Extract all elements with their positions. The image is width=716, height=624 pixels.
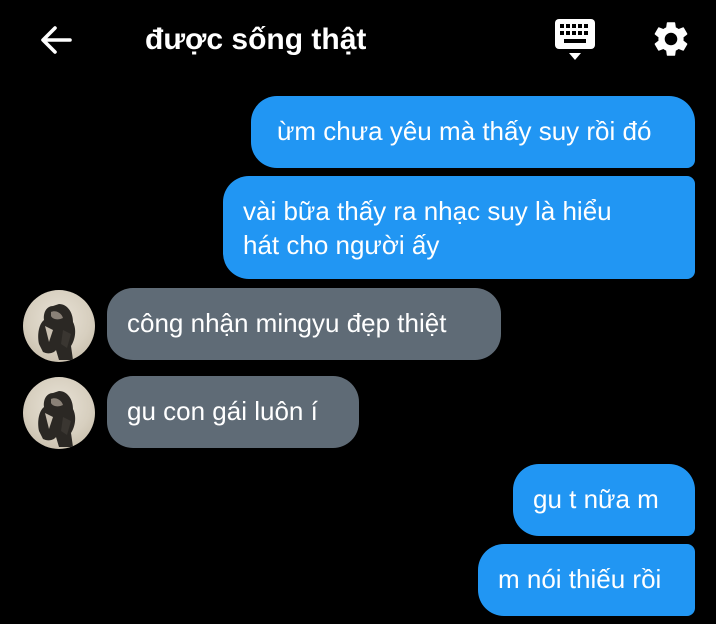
keyboard-icon (555, 19, 595, 60)
sent-message[interactable]: m nói thiếu rồi (478, 544, 695, 616)
received-message[interactable]: công nhận mingyu đẹp thiệt (107, 288, 501, 360)
keyboard-button[interactable] (553, 16, 597, 62)
chat-title: được sống thật (145, 23, 367, 56)
back-button[interactable] (36, 20, 76, 60)
message-text: gu con gái luôn í (127, 396, 318, 426)
sent-message[interactable]: gu t nữa m (513, 464, 695, 536)
arrow-left-icon (41, 26, 72, 54)
received-message[interactable]: gu con gái luôn í (107, 376, 359, 448)
gear-icon (654, 22, 688, 56)
message-text: công nhận mingyu đẹp thiệt (127, 308, 447, 338)
message-text: ừm chưa yêu mà thấy suy rồi đó (277, 116, 652, 146)
chat-header: được sống thật (0, 0, 716, 80)
sent-message[interactable]: ừm chưa yêu mà thấy suy rồi đó (251, 96, 695, 168)
avatar-photo-icon (38, 304, 76, 360)
chat-screen: được sống thật ừm chưa yêu mà thấy suy r… (0, 0, 716, 624)
message-text-line: hát cho người ấy (243, 230, 440, 260)
avatar-photo-icon (38, 391, 76, 447)
sent-message[interactable]: vài bữa thấy ra nhạc suy là hiểu hát cho… (223, 176, 695, 279)
message-text-line: vài bữa thấy ra nhạc suy là hiểu (243, 196, 612, 226)
settings-button[interactable] (650, 18, 692, 60)
message-text: gu t nữa m (533, 484, 659, 514)
contact-avatar[interactable] (23, 290, 95, 362)
contact-avatar[interactable] (23, 377, 95, 449)
message-text: m nói thiếu rồi (498, 564, 662, 594)
